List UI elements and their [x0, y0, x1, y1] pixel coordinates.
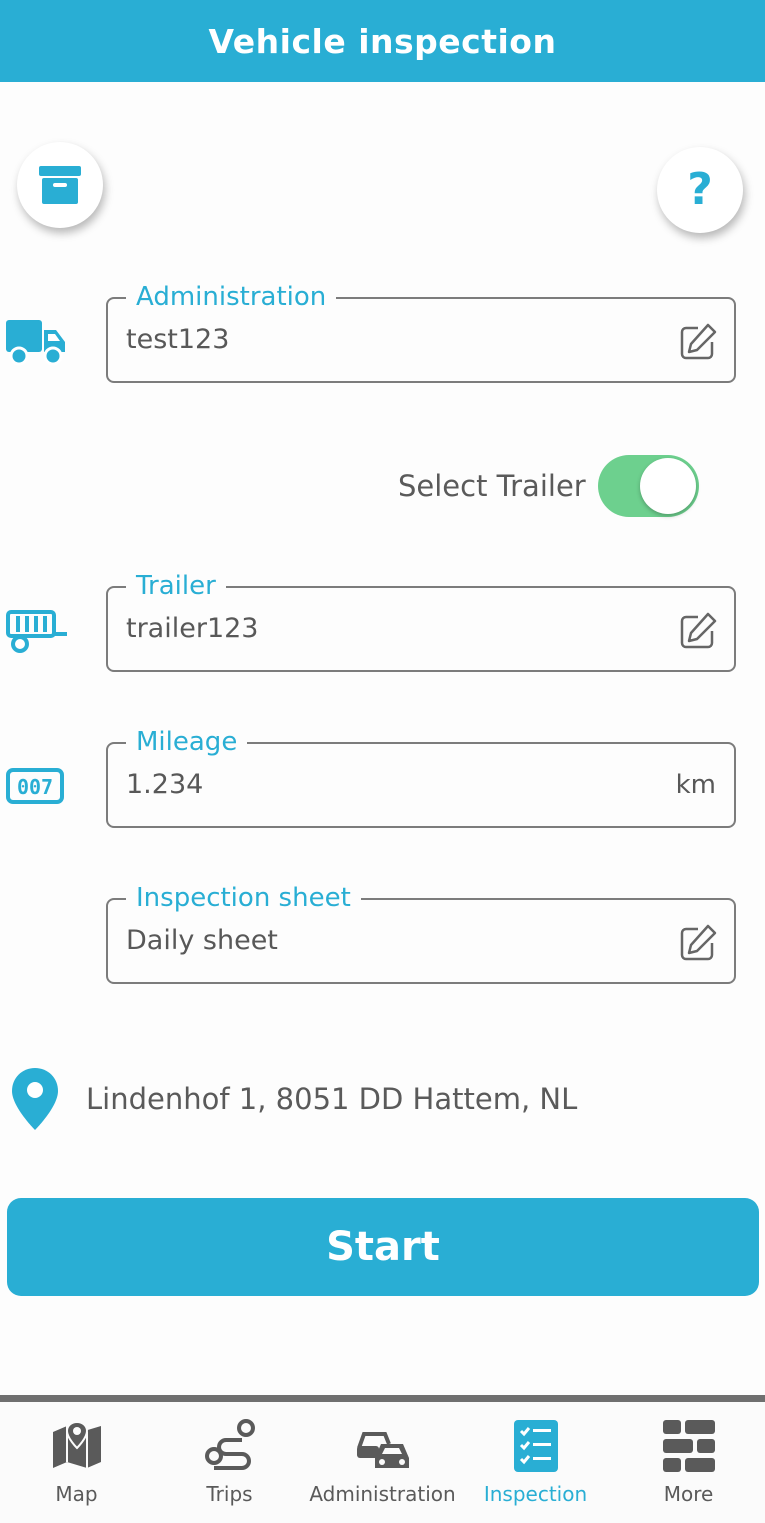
header-bar: Vehicle inspection	[0, 0, 765, 82]
location-address: Lindenhof 1, 8051 DD Hattem, NL	[86, 1082, 578, 1116]
toggle-knob	[639, 458, 696, 514]
cars-icon	[356, 1432, 409, 1468]
mileage-label: Mileage	[126, 725, 248, 759]
map-pin-icon	[12, 1068, 58, 1130]
tab-inspection[interactable]: Inspection	[459, 1402, 612, 1523]
select-trailer-label: Select Trailer	[398, 469, 586, 503]
select-trailer-row: Select Trailer	[398, 455, 699, 517]
select-trailer-toggle[interactable]	[597, 455, 699, 517]
inspection-sheet-value: Daily sheet	[126, 925, 278, 956]
tab-administration[interactable]: Administration	[306, 1402, 459, 1523]
mileage-unit: km	[675, 770, 716, 800]
tab-trips[interactable]: Trips	[153, 1402, 306, 1523]
mileage-value: 1.234	[126, 769, 204, 800]
tab-label: Inspection	[483, 1482, 588, 1506]
grid-icon	[662, 1420, 715, 1472]
tab-label: More	[663, 1482, 714, 1506]
inspection-sheet-field[interactable]: Inspection sheet Daily sheet	[106, 881, 736, 984]
help-icon: ?	[687, 164, 713, 215]
tab-label: Map	[55, 1482, 98, 1506]
administration-field[interactable]: Administration test123	[106, 280, 736, 383]
tab-more[interactable]: More	[612, 1402, 765, 1523]
trailer-icon	[6, 610, 67, 653]
inspection-sheet-label: Inspection sheet	[126, 881, 361, 915]
page-title: Vehicle inspection	[208, 21, 557, 61]
administration-label: Administration	[126, 280, 337, 314]
edit-icon[interactable]	[678, 923, 718, 963]
administration-value: test123	[126, 324, 230, 355]
bottom-tab-bar: Map Trips Administration Inspection More	[0, 1395, 765, 1523]
map-icon	[52, 1420, 101, 1468]
trailer-value: trailer123	[126, 613, 259, 644]
help-button[interactable]: ?	[657, 147, 743, 233]
start-button[interactable]: Start	[7, 1198, 759, 1296]
odometer-icon: 007	[6, 768, 64, 804]
mileage-field[interactable]: Mileage 1.234 km	[106, 725, 736, 828]
tab-label: Trips	[206, 1482, 253, 1506]
trailer-label: Trailer	[126, 569, 226, 603]
location-row: Lindenhof 1, 8051 DD Hattem, NL	[12, 1068, 577, 1130]
checklist-icon	[513, 1420, 558, 1472]
tab-map[interactable]: Map	[0, 1402, 153, 1523]
svg-text:007: 007	[17, 775, 53, 799]
trailer-field[interactable]: Trailer trailer123	[106, 569, 736, 672]
truck-icon	[6, 320, 65, 366]
edit-icon[interactable]	[678, 611, 718, 651]
archive-button[interactable]	[17, 142, 103, 228]
tab-label: Administration	[309, 1482, 456, 1506]
edit-icon[interactable]	[678, 322, 718, 362]
route-icon	[204, 1419, 255, 1470]
archive-box-icon	[39, 166, 81, 204]
